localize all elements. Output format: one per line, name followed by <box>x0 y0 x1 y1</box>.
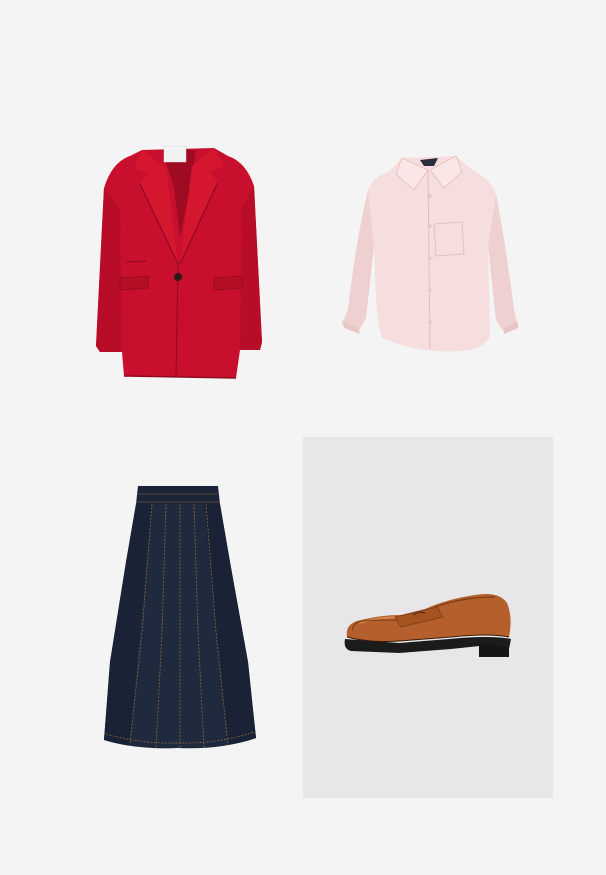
loafer-panel <box>303 437 553 798</box>
pink-shirt-image <box>338 150 520 360</box>
denim-skirt-image <box>100 482 258 752</box>
outfit-board <box>0 0 606 875</box>
red-blazer-image <box>90 128 268 382</box>
tan-loafer-image <box>339 587 515 667</box>
